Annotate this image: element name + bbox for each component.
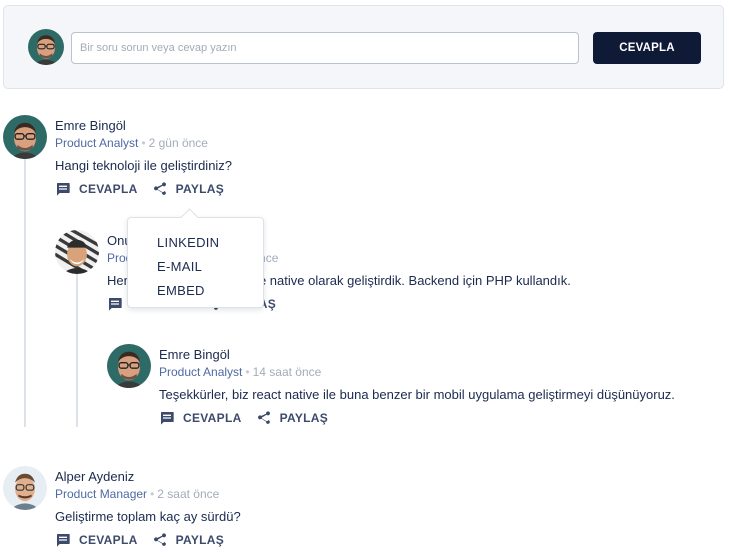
reply-composer: CEVAPLA [3, 5, 724, 89]
comment-actions: CEVAPLA PAYLAŞ [55, 532, 241, 548]
author-role: Product Analyst [55, 136, 139, 150]
share-menu-item-embed[interactable]: EMBED [128, 279, 263, 303]
meta-separator: • [150, 487, 155, 501]
reply-label: CEVAPLA [183, 411, 242, 425]
meta-separator: • [245, 365, 250, 379]
author-meta: Product Manager • 2 saat önce [55, 486, 241, 502]
share-button[interactable]: PAYLAŞ [152, 532, 224, 548]
reply-label: CEVAPLA [79, 182, 138, 196]
avatar [3, 115, 47, 159]
share-icon [152, 181, 168, 197]
meta-separator: • [141, 136, 146, 150]
author-role: Product Analyst [159, 365, 243, 379]
author-meta: Product Analyst • 2 gün önce [55, 135, 238, 151]
comment-icon [55, 532, 71, 548]
author-meta: Product Analyst • 14 saat önce [159, 364, 675, 380]
question-input[interactable] [71, 32, 579, 64]
share-menu-item-email[interactable]: E-MAIL [128, 255, 263, 279]
submit-answer-button[interactable]: CEVAPLA [593, 32, 701, 64]
thread-line [76, 273, 78, 427]
comment-time: 14 saat önce [252, 365, 322, 379]
comment-actions: CEVAPLA PAYLAŞ [159, 410, 675, 426]
comment-icon [55, 181, 71, 197]
share-menu-item-linkedin[interactable]: LINKEDIN [128, 231, 263, 255]
comment-text: Teşekkürler, biz react native ile buna b… [159, 387, 675, 402]
share-icon [152, 532, 168, 548]
reply-button[interactable]: CEVAPLA [55, 181, 138, 197]
share-label: PAYLAŞ [175, 182, 225, 196]
comment-text-end: e native olarak geliştirdik. Backend içi… [258, 273, 571, 288]
comment-text-start: Her [107, 273, 128, 288]
author-role: Product Manager [55, 487, 148, 501]
comment-time: 2 gün önce [148, 136, 208, 150]
share-button[interactable]: PAYLAŞ [152, 181, 224, 197]
comment-time: 2 saat önce [157, 487, 220, 501]
share-menu: LINKEDIN E-MAIL EMBED [127, 217, 264, 308]
avatar [55, 230, 99, 274]
author-name: Emre Bingöl [159, 347, 230, 362]
thread-line [24, 157, 26, 427]
comment-actions: CEVAPLA PAYLAŞ [55, 181, 238, 197]
comment-text: Hangi teknoloji ile geliştirdiniz? [55, 158, 233, 173]
share-icon [256, 410, 272, 426]
share-label: PAYLAŞ [175, 533, 225, 547]
avatar [107, 344, 151, 388]
reply-button[interactable]: CEVAPLA [159, 410, 242, 426]
comment-icon [107, 296, 123, 312]
author-name: Alper Aydeniz [55, 469, 135, 484]
comment-text: Geliştirme toplam kaç ay sürdü? [55, 509, 241, 524]
share-button[interactable]: PAYLAŞ [256, 410, 328, 426]
author-name: Emre Bingöl [55, 118, 126, 133]
share-label: PAYLAŞ [279, 411, 329, 425]
current-user-avatar [28, 29, 64, 65]
reply-button[interactable]: CEVAPLA [55, 532, 138, 548]
reply-label: CEVAPLA [79, 533, 138, 547]
avatar [3, 466, 47, 510]
comment-icon [159, 410, 175, 426]
